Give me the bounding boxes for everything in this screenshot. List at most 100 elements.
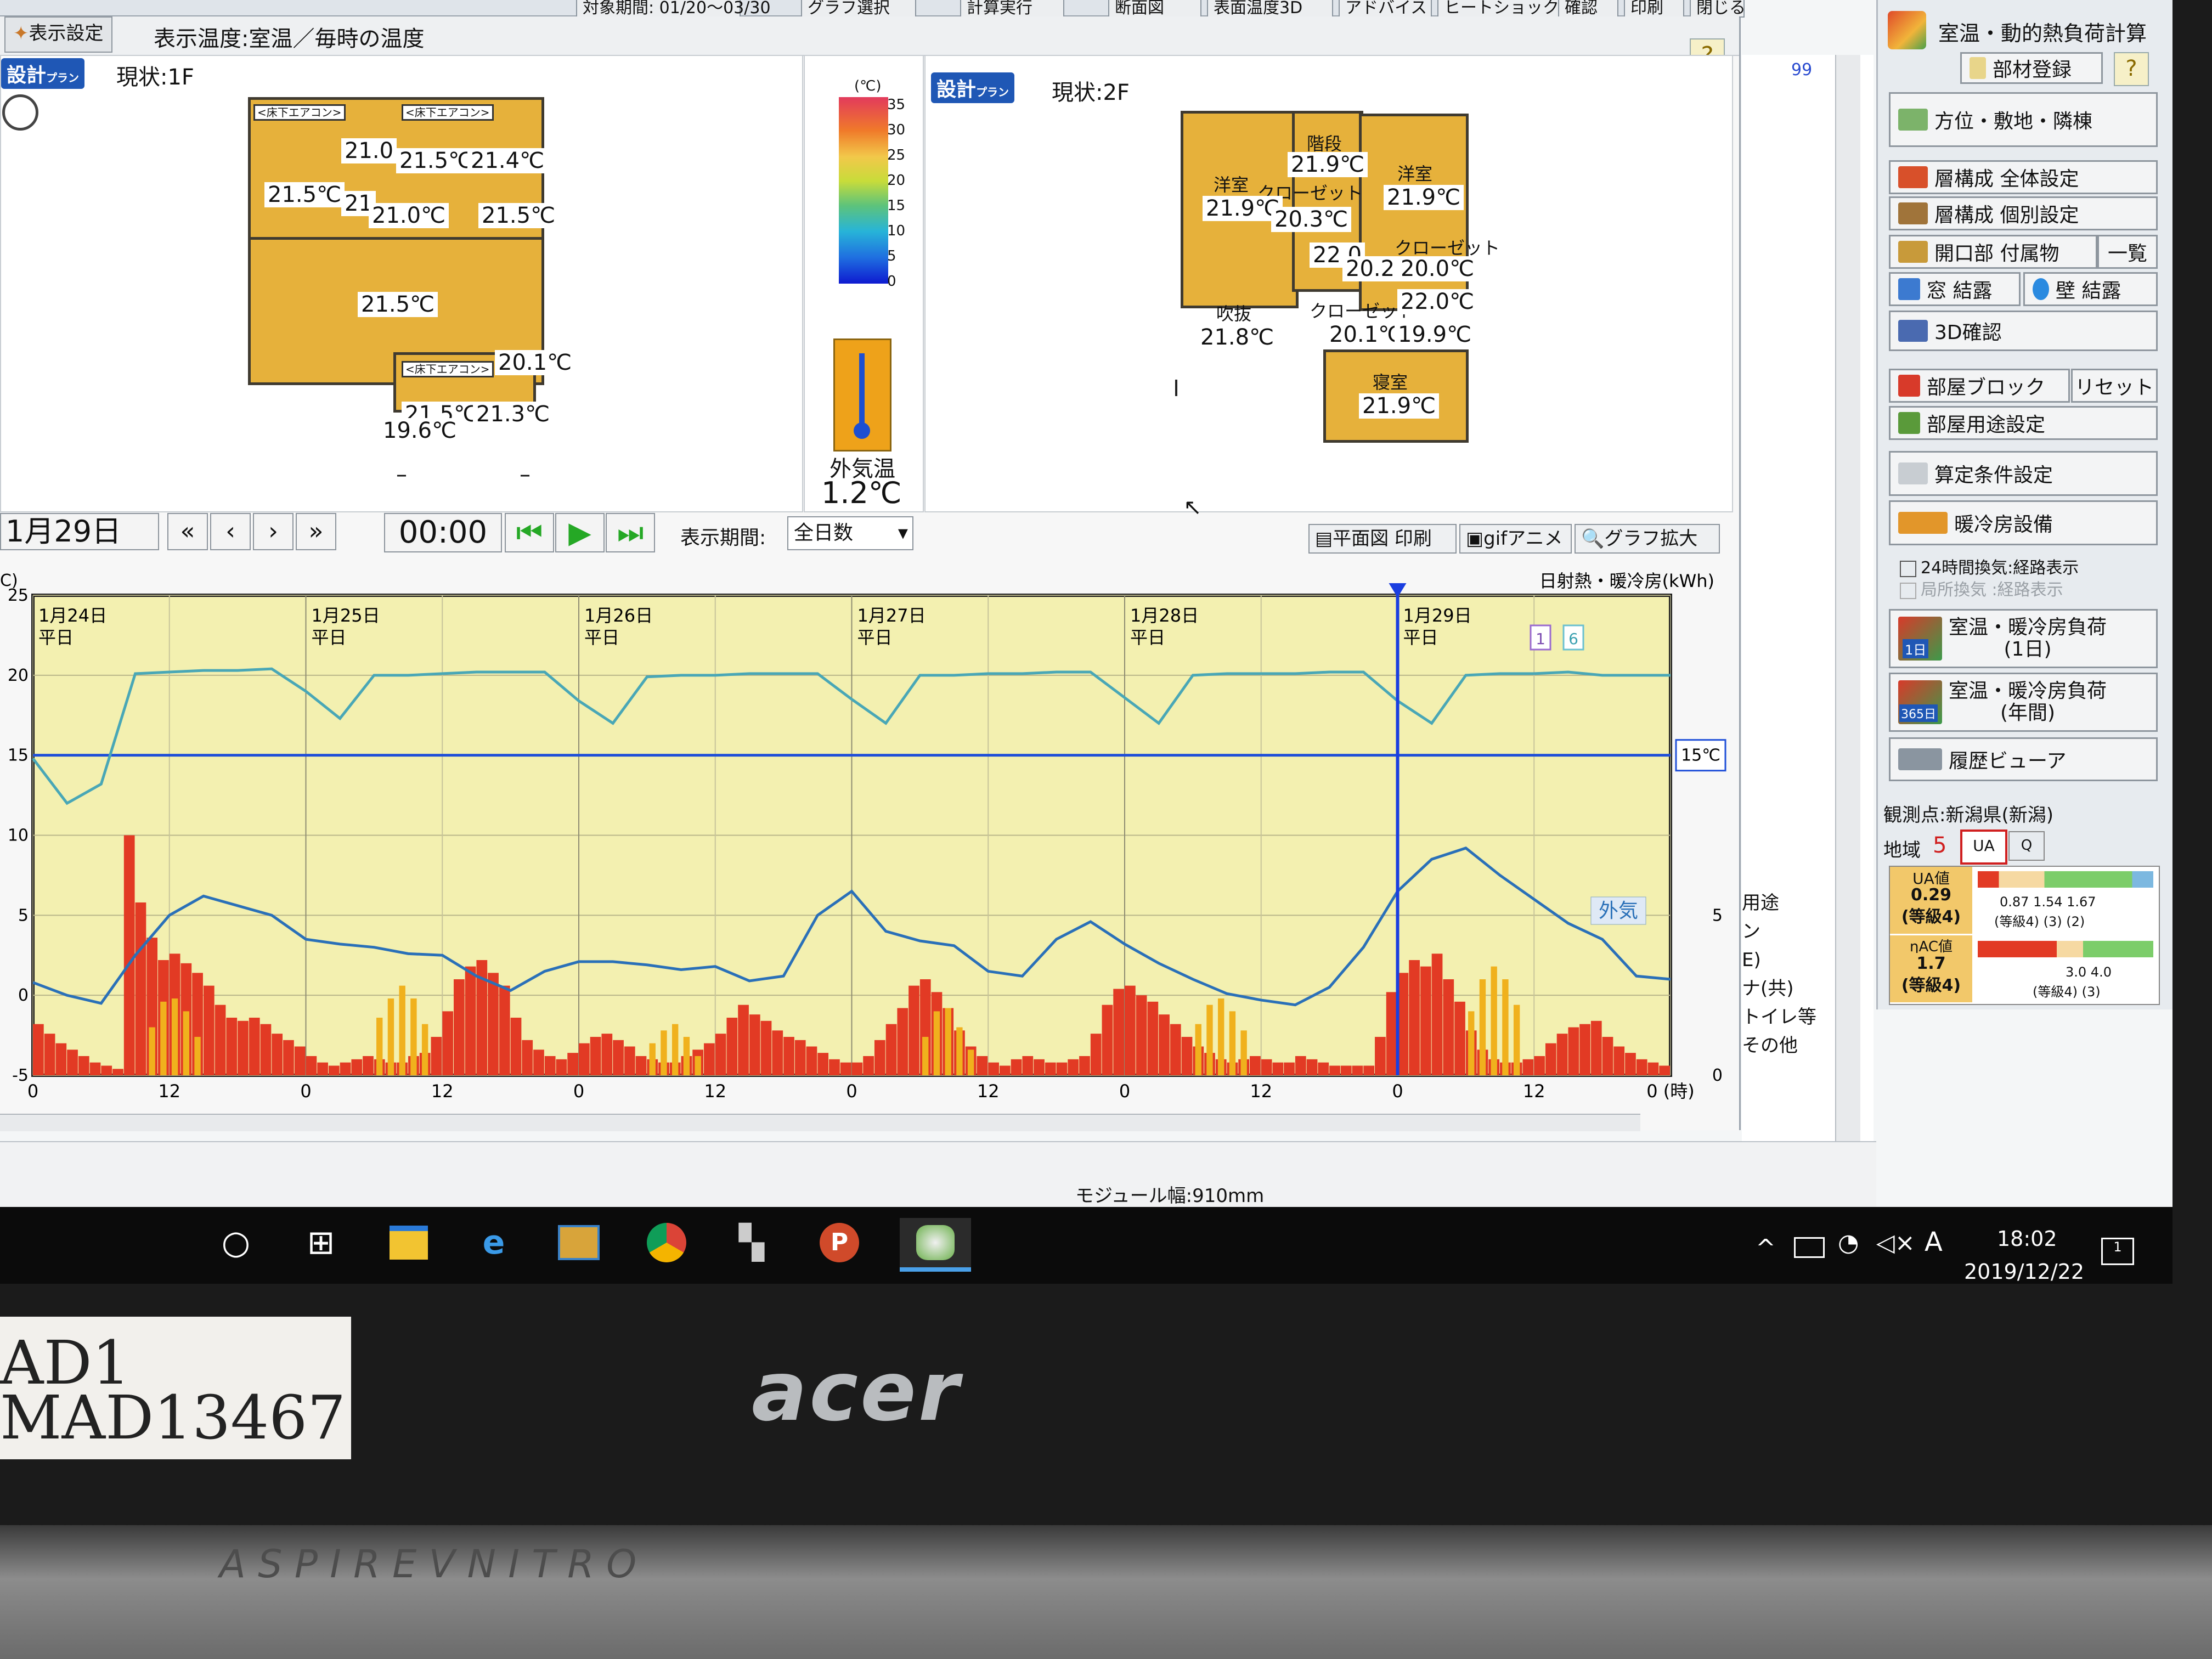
internet-explorer-icon[interactable]: e	[469, 1218, 518, 1267]
window-condensation-button[interactable]: 窓 結露	[1889, 272, 2021, 306]
hvac-bar	[909, 985, 919, 1075]
last-button[interactable]: »	[296, 513, 336, 550]
threshold-label: 15℃	[1681, 746, 1720, 765]
calc-condition-button[interactable]: 算定条件設定	[1889, 451, 2158, 496]
next-button[interactable]: ›	[253, 513, 294, 550]
play-button[interactable]: ▶	[555, 513, 605, 552]
hvac-bar	[1568, 1027, 1579, 1075]
graph-zoom-button[interactable]: 🔍グラフ拡大	[1575, 524, 1720, 554]
parts-register-button[interactable]: 部材登録	[1960, 52, 2103, 84]
hvac-bar	[306, 1056, 317, 1075]
section-button[interactable]: 断面図	[1108, 0, 1201, 18]
scale-tick: 35	[887, 97, 906, 113]
plan-2f-panel: 設計プラン 現状:2F 洋室 階段 洋室 クローゼット クローゼット 吹抜 クロ…	[924, 55, 1733, 520]
confirm-button[interactable]: 確認	[1558, 0, 1618, 18]
room-temp: 19.6℃	[380, 418, 460, 443]
hvac-bar	[1329, 1065, 1340, 1075]
active-app-icon[interactable]	[900, 1218, 971, 1272]
tray-chevron-icon[interactable]: ^	[1756, 1234, 1776, 1262]
powerpoint-icon[interactable]: P	[815, 1218, 864, 1267]
wifi-icon[interactable]: ◔	[1838, 1229, 1859, 1257]
window-icon	[1898, 278, 1920, 300]
ua-grade: (等級4)	[1901, 907, 1961, 927]
eta-bar	[1978, 941, 2153, 957]
date-field[interactable]: 1月29日	[0, 513, 159, 550]
orientation-button[interactable]: 方位・敷地・隣棟	[1889, 92, 2158, 147]
gif-anime-button[interactable]: ▣gifアニメ	[1459, 524, 1572, 554]
hvac-button[interactable]: 暖冷房設備	[1889, 500, 2158, 545]
advice-button[interactable]: アドバイス	[1339, 0, 1432, 18]
temperature-chart: C) 日射熱・暖冷房(kWh) 2520151050-5105001201201…	[0, 571, 1734, 1114]
plan-2f-status: 現状:2F	[1052, 80, 1130, 105]
check-3d-button[interactable]: 3D確認	[1889, 311, 2158, 351]
local-vent-checkbox[interactable]: 局所換気 :経路表示	[1900, 576, 2063, 600]
calc-run-button[interactable]: 計算実行	[960, 0, 1064, 18]
ime-indicator[interactable]: A	[1925, 1227, 1943, 1257]
room-block-button[interactable]: 部屋ブロック	[1889, 369, 2070, 403]
load-1day-text: 室温・暖冷房負荷 (1日)	[1949, 616, 2107, 661]
clock-date[interactable]: 2019/12/22	[1964, 1260, 2084, 1284]
task-view-icon[interactable]: ⊞	[296, 1218, 346, 1267]
hvac-bar	[1363, 1065, 1375, 1075]
volume-mute-icon[interactable]: ◁×	[1876, 1229, 1915, 1257]
opening-button[interactable]: 開口部 付属物	[1889, 235, 2097, 269]
first-button[interactable]: «	[167, 513, 208, 550]
chart-svg: C) 日射熱・暖冷房(kWh) 2520151050-5105001201201…	[0, 571, 1726, 1102]
graph-select-button[interactable]: グラフ選択	[801, 0, 916, 18]
day-kind-label: 平日	[38, 627, 74, 648]
room-use-button[interactable]: 部屋用途設定	[1889, 406, 2158, 440]
file-explorer-icon[interactable]	[384, 1218, 433, 1267]
compass-icon[interactable]	[2, 94, 38, 131]
top-toolbar: 対象期間: 01/20〜03/30 グラフ選択 計算実行 断面図 表面温度3D …	[0, 0, 1746, 18]
clock-time[interactable]: 18:02	[1997, 1227, 2057, 1251]
q-toggle[interactable]: Q	[2008, 831, 2045, 861]
search-circle-icon[interactable]: ○	[211, 1218, 261, 1267]
vent24-checkbox[interactable]: 24時間換気:経路表示	[1900, 554, 2079, 578]
step-forward-button[interactable]: ⏭	[606, 513, 655, 552]
period-select[interactable]: 全日数 ▾	[787, 516, 913, 550]
app-icon[interactable]: ▚	[727, 1218, 776, 1267]
hvac-bar	[1340, 1065, 1352, 1075]
chart-right-title: 日射熱・暖冷房(kWh)	[1539, 571, 1714, 591]
period-button[interactable]: 対象期間: 01/20〜03/30	[576, 0, 771, 18]
hvac-bar	[613, 1040, 624, 1075]
panel-help-button[interactable]: ?	[2114, 52, 2149, 86]
notification-icon[interactable]: 1	[2101, 1238, 2134, 1265]
time-field[interactable]: 00:00	[384, 513, 502, 552]
layer-all-button[interactable]: 層構成 全体設定	[1889, 160, 2158, 194]
surface-3d-button[interactable]: 表面温度3D	[1207, 0, 1333, 18]
step-back-icon: ⏮	[516, 515, 543, 550]
y2-tick-label: 5	[1712, 906, 1723, 925]
day-badge: 1日	[1903, 639, 1929, 658]
y-tick-label: -5	[12, 1066, 29, 1085]
room-temp: 21.9℃	[1359, 393, 1439, 419]
list-button[interactable]: 一覧	[2097, 235, 2158, 269]
solar-bar	[1229, 1011, 1236, 1075]
load-365-button[interactable]: 365日 室温・暖冷房負荷 (年間)	[1889, 673, 2158, 732]
scrollbar[interactable]	[1835, 55, 1860, 1141]
load-1day-button[interactable]: 1日 室温・暖冷房負荷 (1日)	[1889, 609, 2158, 668]
prev-button[interactable]: ‹	[210, 513, 251, 550]
step-back-button[interactable]: ⏮	[505, 513, 554, 552]
wall-condensation-button[interactable]: 壁 結露	[2023, 272, 2158, 306]
hvac-bar	[1250, 1056, 1261, 1075]
battery-icon[interactable]	[1794, 1237, 1825, 1258]
hvac-bar	[340, 1062, 351, 1075]
hvac-bar	[1159, 1014, 1170, 1075]
heat-shock-button[interactable]: ヒートショック	[1437, 0, 1569, 18]
hvac-bar	[363, 1056, 374, 1075]
plan-print-button[interactable]: ▤平面図 印刷	[1308, 524, 1457, 554]
ua-toggle[interactable]: UA	[1960, 830, 2007, 865]
y-tick-label: 5	[18, 906, 29, 925]
print-button[interactable]: 印刷	[1624, 0, 1684, 18]
hvac-bar	[1181, 1037, 1193, 1075]
display-settings-button[interactable]: ✦表示設定	[4, 16, 112, 53]
time-ruler[interactable]	[0, 1114, 1640, 1131]
chrome-icon[interactable]	[642, 1218, 691, 1267]
close-button[interactable]: 閉じる	[1690, 0, 1746, 18]
photos-icon[interactable]	[554, 1218, 603, 1267]
history-viewer-button[interactable]: 履歴ビューア	[1889, 737, 2158, 781]
solar-bar	[922, 1037, 929, 1075]
layer-each-button[interactable]: 層構成 個別設定	[1889, 196, 2158, 230]
reset-button[interactable]: リセット	[2071, 369, 2158, 403]
